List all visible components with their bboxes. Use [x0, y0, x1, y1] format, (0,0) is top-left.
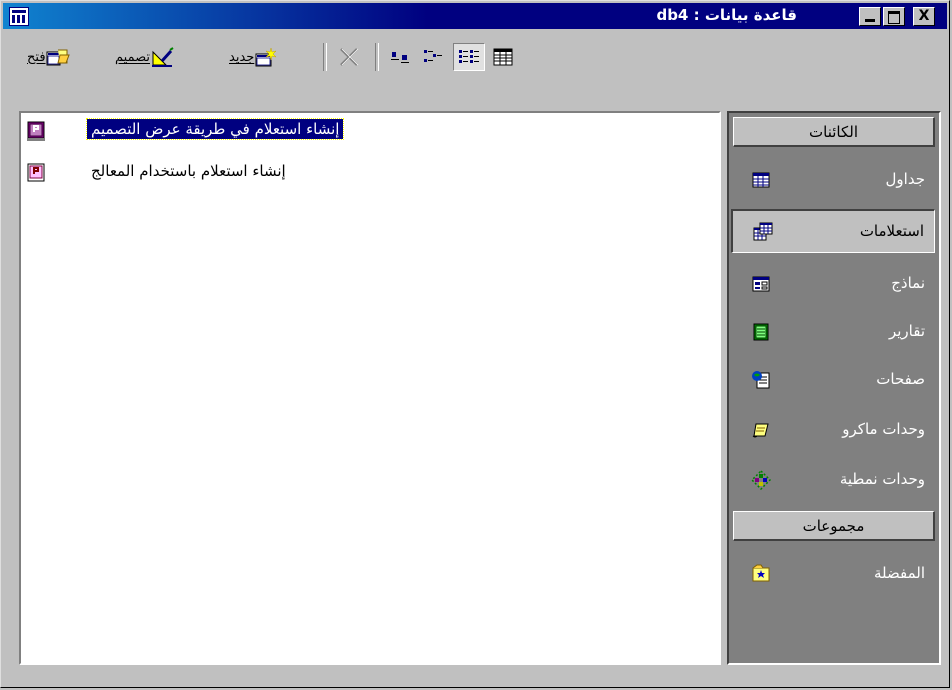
window-title: قاعدة بيانات : db4	[656, 6, 797, 24]
list-item-label: إنشاء استعلام باستخدام المعالج	[91, 162, 286, 180]
design-label: تصميم	[115, 49, 150, 65]
design-icon	[150, 46, 174, 68]
sidebar-item-reports[interactable]: تقارير	[731, 311, 935, 355]
table-icon	[751, 170, 771, 190]
sidebar-item-queries[interactable]: استعلامات	[731, 209, 935, 253]
small-icons-icon	[421, 46, 445, 68]
query-wizard-icon	[25, 162, 47, 184]
sidebar-item-macros[interactable]: وحدات ماكرو	[731, 409, 935, 453]
new-label: جديد	[229, 49, 255, 65]
sidebar-item-label: تقارير	[888, 322, 925, 340]
page-icon	[751, 370, 771, 390]
toolbar-separator	[375, 43, 379, 71]
query-icon	[753, 222, 773, 242]
delete-button[interactable]	[337, 43, 361, 71]
large-icons-icon	[389, 46, 413, 68]
open-icon	[46, 46, 70, 68]
sidebar-item-label: استعلامات	[859, 222, 924, 240]
open-label: فتح	[27, 49, 46, 65]
list-item[interactable]: إنشاء استعلام في طريقة عرض التصميم	[21, 118, 699, 143]
list-view-button[interactable]	[453, 43, 485, 71]
details-icon	[491, 46, 515, 68]
objects-list[interactable]: إنشاء استعلام في طريقة عرض التصميم إنشاء…	[19, 111, 721, 665]
title-bar[interactable]: قاعدة بيانات : db4 X	[3, 3, 947, 29]
small-icons-view-button[interactable]	[421, 43, 445, 71]
query-design-icon	[25, 120, 47, 142]
database-window: قاعدة بيانات : db4 X فتح تصميم جديد إنشا…	[0, 0, 950, 688]
groups-header-button[interactable]: مجموعات	[733, 511, 935, 541]
minimize-icon	[865, 19, 875, 22]
new-button[interactable]: جديد	[229, 43, 278, 71]
form-icon	[751, 274, 771, 294]
details-view-button[interactable]	[491, 43, 515, 71]
list-item-label: إنشاء استعلام في طريقة عرض التصميم	[85, 118, 345, 140]
design-button[interactable]: تصميم	[115, 43, 174, 71]
sidebar-item-pages[interactable]: صفحات	[731, 359, 935, 403]
list-icon	[457, 46, 481, 68]
open-button[interactable]: فتح	[27, 43, 70, 71]
list-item[interactable]: إنشاء استعلام باستخدام المعالج	[21, 162, 699, 191]
toolbar: فتح تصميم جديد	[3, 31, 947, 81]
sidebar-item-favorites[interactable]: المفضلة	[731, 553, 935, 597]
sidebar-item-label: نماذج	[891, 274, 925, 292]
sidebar-item-tables[interactable]: جداول	[731, 159, 935, 203]
macro-icon	[751, 420, 771, 440]
new-icon	[254, 46, 278, 68]
sidebar-item-forms[interactable]: نماذج	[731, 263, 935, 307]
sidebar-item-label: وحدات نمطية	[839, 470, 925, 488]
maximize-button[interactable]	[883, 7, 905, 26]
database-icon[interactable]	[9, 7, 29, 26]
maximize-icon	[888, 11, 900, 24]
objects-header-button[interactable]: الكائنات	[733, 117, 935, 147]
large-icons-view-button[interactable]	[389, 43, 413, 71]
module-icon	[750, 469, 772, 491]
report-icon	[751, 322, 771, 342]
sidebar-item-modules[interactable]: وحدات نمطية	[731, 459, 935, 503]
minimize-button[interactable]	[859, 7, 881, 26]
delete-icon	[337, 46, 361, 68]
toolbar-separator	[323, 43, 327, 71]
close-icon: X	[918, 8, 930, 24]
sidebar-item-label: جداول	[885, 170, 925, 188]
sidebar-item-label: المفضلة	[873, 564, 925, 582]
close-button[interactable]: X	[913, 7, 935, 26]
sidebar-item-label: وحدات ماكرو	[842, 420, 925, 438]
sidebar-item-label: صفحات	[876, 370, 925, 388]
objects-pane: الكائنات جداول استعلامات نماذج تقارير صف…	[727, 111, 941, 665]
favorites-icon	[751, 564, 771, 584]
